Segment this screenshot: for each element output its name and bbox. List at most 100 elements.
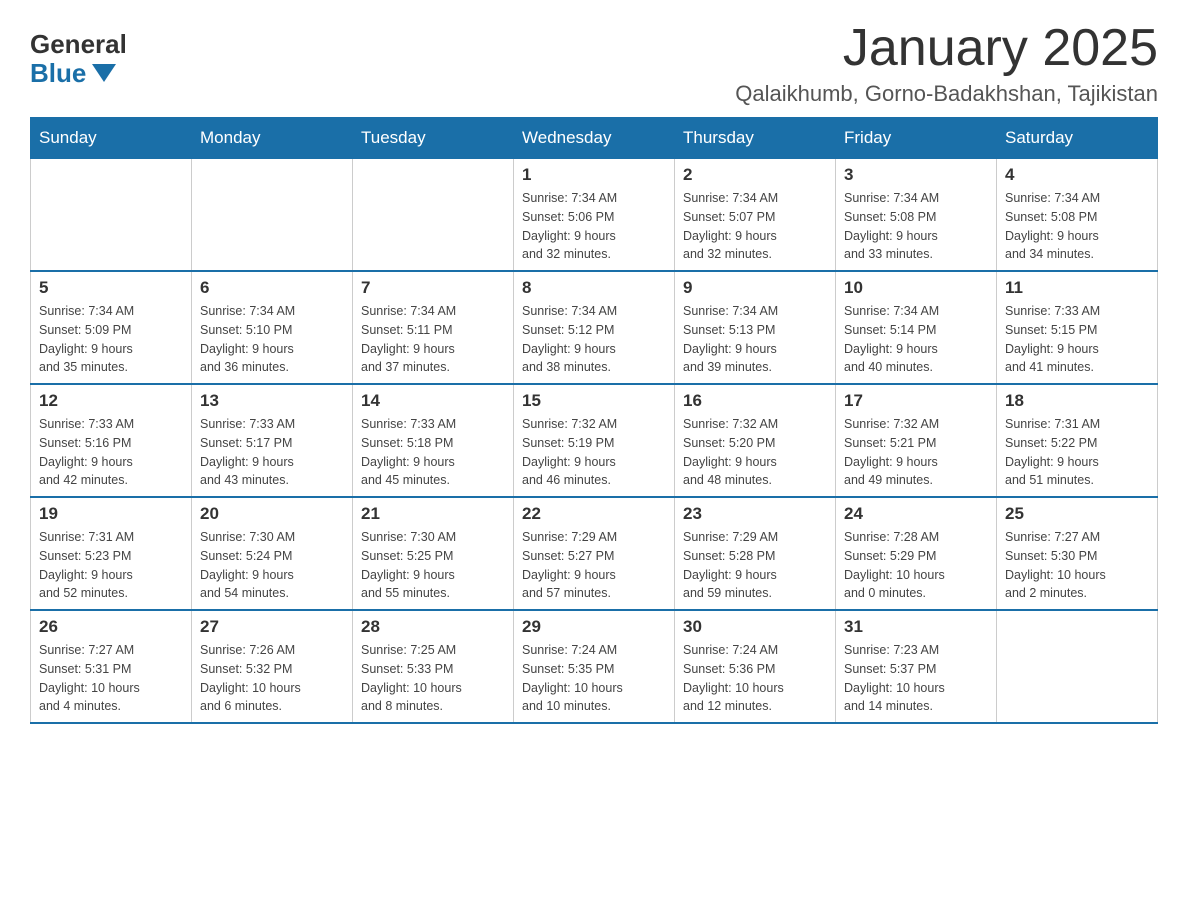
- calendar-cell: 19 Sunrise: 7:31 AMSunset: 5:23 PMDayligh…: [31, 497, 192, 610]
- day-number: 30: [683, 617, 827, 637]
- calendar-cell: 31 Sunrise: 7:23 AMSunset: 5:37 PMDayligh…: [836, 610, 997, 723]
- day-number: 21: [361, 504, 505, 524]
- day-info: Sunrise: 7:34 AMSunset: 5:09 PMDaylight:…: [39, 302, 183, 377]
- calendar-cell: [997, 610, 1158, 723]
- day-number: 28: [361, 617, 505, 637]
- day-info: Sunrise: 7:34 AMSunset: 5:13 PMDaylight:…: [683, 302, 827, 377]
- day-info: Sunrise: 7:32 AMSunset: 5:20 PMDaylight:…: [683, 415, 827, 490]
- day-number: 29: [522, 617, 666, 637]
- day-number: 9: [683, 278, 827, 298]
- day-number: 17: [844, 391, 988, 411]
- day-info: Sunrise: 7:34 AMSunset: 5:08 PMDaylight:…: [844, 189, 988, 264]
- day-number: 26: [39, 617, 183, 637]
- logo-blue-text: Blue: [30, 59, 127, 88]
- day-info: Sunrise: 7:33 AMSunset: 5:18 PMDaylight:…: [361, 415, 505, 490]
- day-number: 7: [361, 278, 505, 298]
- calendar-cell: 14 Sunrise: 7:33 AMSunset: 5:18 PMDayligh…: [353, 384, 514, 497]
- calendar-cell: [31, 159, 192, 272]
- day-info: Sunrise: 7:31 AMSunset: 5:22 PMDaylight:…: [1005, 415, 1149, 490]
- calendar-cell: 13 Sunrise: 7:33 AMSunset: 5:17 PMDayligh…: [192, 384, 353, 497]
- calendar-cell: 15Sunrise: 7:32 AMSunset: 5:19 PMDayligh…: [514, 384, 675, 497]
- calendar-cell: 24 Sunrise: 7:28 AMSunset: 5:29 PMDayligh…: [836, 497, 997, 610]
- logo-triangle-icon: [92, 64, 116, 82]
- day-number: 4: [1005, 165, 1149, 185]
- calendar-week-row: 12 Sunrise: 7:33 AMSunset: 5:16 PMDayligh…: [31, 384, 1158, 497]
- day-info: Sunrise: 7:34 AMSunset: 5:08 PMDaylight:…: [1005, 189, 1149, 264]
- day-number: 1: [522, 165, 666, 185]
- column-header-sunday: Sunday: [31, 118, 192, 159]
- day-info: Sunrise: 7:29 AMSunset: 5:28 PMDaylight:…: [683, 528, 827, 603]
- day-info: Sunrise: 7:28 AMSunset: 5:29 PMDaylight:…: [844, 528, 988, 603]
- calendar-table: SundayMondayTuesdayWednesdayThursdayFrid…: [30, 117, 1158, 724]
- calendar-cell: 7Sunrise: 7:34 AMSunset: 5:11 PMDaylight…: [353, 271, 514, 384]
- day-info: Sunrise: 7:29 AMSunset: 5:27 PMDaylight:…: [522, 528, 666, 603]
- day-info: Sunrise: 7:31 AMSunset: 5:23 PMDaylight:…: [39, 528, 183, 603]
- day-info: Sunrise: 7:26 AMSunset: 5:32 PMDaylight:…: [200, 641, 344, 716]
- day-info: Sunrise: 7:23 AMSunset: 5:37 PMDaylight:…: [844, 641, 988, 716]
- day-number: 13: [200, 391, 344, 411]
- calendar-cell: 4 Sunrise: 7:34 AMSunset: 5:08 PMDaylight…: [997, 159, 1158, 272]
- day-number: 31: [844, 617, 988, 637]
- day-number: 20: [200, 504, 344, 524]
- day-info: Sunrise: 7:32 AMSunset: 5:21 PMDaylight:…: [844, 415, 988, 490]
- day-info: Sunrise: 7:34 AMSunset: 5:14 PMDaylight:…: [844, 302, 988, 377]
- calendar-cell: 25Sunrise: 7:27 AMSunset: 5:30 PMDayligh…: [997, 497, 1158, 610]
- calendar-cell: 6 Sunrise: 7:34 AMSunset: 5:10 PMDaylight…: [192, 271, 353, 384]
- calendar-cell: 16Sunrise: 7:32 AMSunset: 5:20 PMDayligh…: [675, 384, 836, 497]
- day-number: 3: [844, 165, 988, 185]
- day-number: 11: [1005, 278, 1149, 298]
- day-info: Sunrise: 7:24 AMSunset: 5:36 PMDaylight:…: [683, 641, 827, 716]
- calendar-week-row: 1 Sunrise: 7:34 AMSunset: 5:06 PMDaylight…: [31, 159, 1158, 272]
- calendar-cell: 23Sunrise: 7:29 AMSunset: 5:28 PMDayligh…: [675, 497, 836, 610]
- day-number: 15: [522, 391, 666, 411]
- day-number: 19: [39, 504, 183, 524]
- day-number: 24: [844, 504, 988, 524]
- day-number: 2: [683, 165, 827, 185]
- calendar-cell: 9 Sunrise: 7:34 AMSunset: 5:13 PMDaylight…: [675, 271, 836, 384]
- calendar-cell: 10 Sunrise: 7:34 AMSunset: 5:14 PMDayligh…: [836, 271, 997, 384]
- calendar-title: January 2025: [735, 20, 1158, 77]
- column-header-saturday: Saturday: [997, 118, 1158, 159]
- calendar-cell: [353, 159, 514, 272]
- logo: General Blue: [30, 30, 127, 87]
- day-info: Sunrise: 7:33 AMSunset: 5:15 PMDaylight:…: [1005, 302, 1149, 377]
- calendar-cell: 30 Sunrise: 7:24 AMSunset: 5:36 PMDayligh…: [675, 610, 836, 723]
- calendar-cell: 29Sunrise: 7:24 AMSunset: 5:35 PMDayligh…: [514, 610, 675, 723]
- header: General Blue January 2025 Qalaikhumb, Go…: [30, 20, 1158, 107]
- day-number: 8: [522, 278, 666, 298]
- column-header-tuesday: Tuesday: [353, 118, 514, 159]
- calendar-cell: 8 Sunrise: 7:34 AMSunset: 5:12 PMDaylight…: [514, 271, 675, 384]
- day-info: Sunrise: 7:33 AMSunset: 5:17 PMDaylight:…: [200, 415, 344, 490]
- day-info: Sunrise: 7:27 AMSunset: 5:31 PMDaylight:…: [39, 641, 183, 716]
- calendar-week-row: 19 Sunrise: 7:31 AMSunset: 5:23 PMDayligh…: [31, 497, 1158, 610]
- day-info: Sunrise: 7:25 AMSunset: 5:33 PMDaylight:…: [361, 641, 505, 716]
- calendar-cell: 26 Sunrise: 7:27 AMSunset: 5:31 PMDayligh…: [31, 610, 192, 723]
- day-info: Sunrise: 7:33 AMSunset: 5:16 PMDaylight:…: [39, 415, 183, 490]
- day-number: 6: [200, 278, 344, 298]
- day-number: 27: [200, 617, 344, 637]
- calendar-cell: 1 Sunrise: 7:34 AMSunset: 5:06 PMDaylight…: [514, 159, 675, 272]
- day-number: 14: [361, 391, 505, 411]
- calendar-cell: 27 Sunrise: 7:26 AMSunset: 5:32 PMDayligh…: [192, 610, 353, 723]
- calendar-cell: 5 Sunrise: 7:34 AMSunset: 5:09 PMDaylight…: [31, 271, 192, 384]
- day-number: 22: [522, 504, 666, 524]
- day-number: 12: [39, 391, 183, 411]
- logo-general-text: General: [30, 30, 127, 59]
- calendar-cell: [192, 159, 353, 272]
- day-info: Sunrise: 7:34 AMSunset: 5:10 PMDaylight:…: [200, 302, 344, 377]
- day-number: 18: [1005, 391, 1149, 411]
- day-info: Sunrise: 7:34 AMSunset: 5:06 PMDaylight:…: [522, 189, 666, 264]
- day-info: Sunrise: 7:34 AMSunset: 5:12 PMDaylight:…: [522, 302, 666, 377]
- day-number: 5: [39, 278, 183, 298]
- calendar-cell: 22 Sunrise: 7:29 AMSunset: 5:27 PMDayligh…: [514, 497, 675, 610]
- calendar-header-row: SundayMondayTuesdayWednesdayThursdayFrid…: [31, 118, 1158, 159]
- day-info: Sunrise: 7:30 AMSunset: 5:24 PMDaylight:…: [200, 528, 344, 603]
- calendar-cell: 18 Sunrise: 7:31 AMSunset: 5:22 PMDayligh…: [997, 384, 1158, 497]
- day-info: Sunrise: 7:30 AMSunset: 5:25 PMDaylight:…: [361, 528, 505, 603]
- calendar-cell: 28 Sunrise: 7:25 AMSunset: 5:33 PMDayligh…: [353, 610, 514, 723]
- calendar-cell: 17 Sunrise: 7:32 AMSunset: 5:21 PMDayligh…: [836, 384, 997, 497]
- calendar-week-row: 26 Sunrise: 7:27 AMSunset: 5:31 PMDayligh…: [31, 610, 1158, 723]
- calendar-cell: 2Sunrise: 7:34 AMSunset: 5:07 PMDaylight…: [675, 159, 836, 272]
- day-number: 10: [844, 278, 988, 298]
- calendar-week-row: 5 Sunrise: 7:34 AMSunset: 5:09 PMDaylight…: [31, 271, 1158, 384]
